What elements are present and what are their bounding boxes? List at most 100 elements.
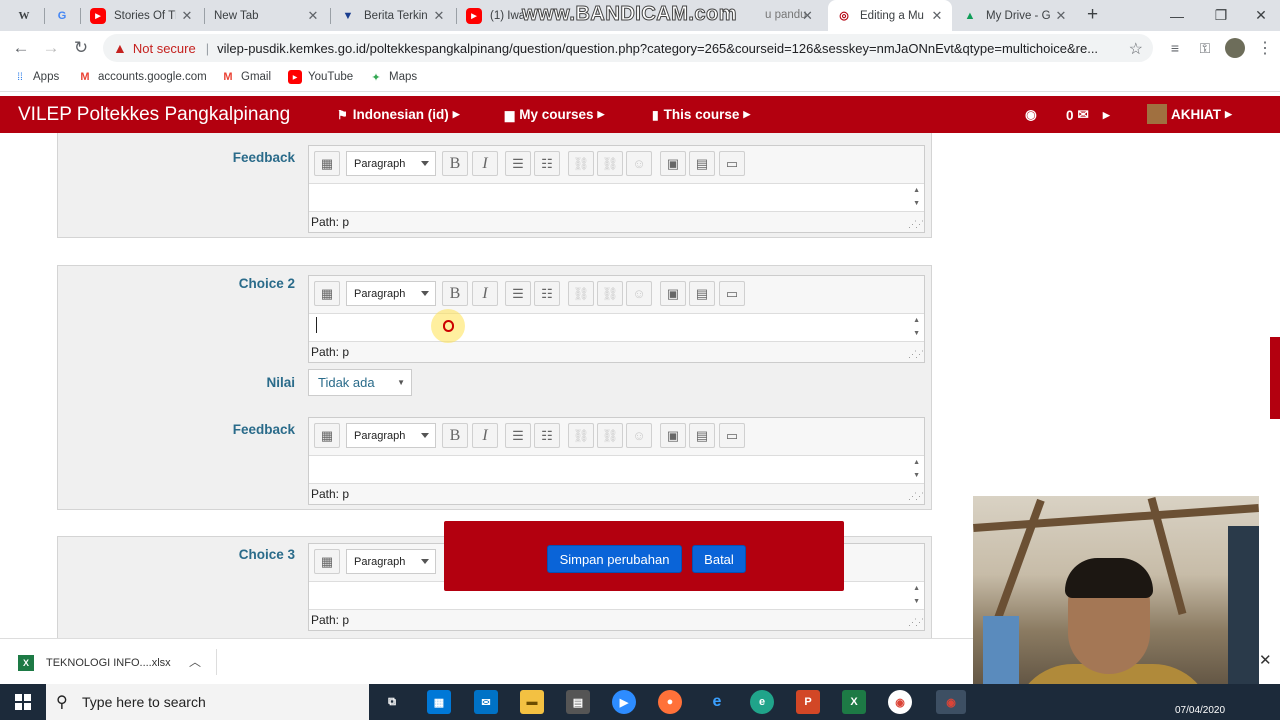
link-icon[interactable]: ⛓ bbox=[568, 281, 594, 306]
media-icon[interactable]: ▤ bbox=[689, 423, 715, 448]
resize-grip-icon[interactable]: ⋰⋰ bbox=[908, 219, 924, 230]
profile-avatar[interactable] bbox=[1222, 36, 1248, 60]
paragraph-format-select[interactable]: Paragraph bbox=[346, 549, 436, 574]
close-icon[interactable]: ✕ bbox=[306, 8, 320, 24]
emoticon-icon[interactable]: ☺ bbox=[626, 281, 652, 306]
tab-youtube-stories[interactable]: ▶ Stories Of Th ✕ bbox=[82, 0, 202, 31]
close-window-button[interactable]: ✕ bbox=[1238, 0, 1280, 31]
messages-menu[interactable]: 0 ✉ ▶ bbox=[1066, 107, 1110, 123]
tab-wikipedia[interactable]: W bbox=[8, 0, 46, 31]
bookmark-apps[interactable]: ⁞⁞ Apps bbox=[13, 70, 59, 84]
bookmark-youtube[interactable]: ▶ YouTube bbox=[288, 70, 353, 84]
file-manager-icon[interactable]: ▭ bbox=[719, 281, 745, 306]
tab-berita[interactable]: ▼ Berita Terkini ✕ bbox=[332, 0, 454, 31]
scroll-up-icon[interactable]: ▲ bbox=[913, 585, 920, 592]
mail-icon[interactable]: ✉ bbox=[474, 690, 498, 714]
resize-grip-icon[interactable]: ⋰⋰ bbox=[908, 617, 924, 628]
powerpoint-icon[interactable]: P bbox=[796, 690, 820, 714]
bold-icon[interactable]: B bbox=[442, 423, 468, 448]
cancel-button[interactable]: Batal bbox=[692, 545, 746, 573]
image-icon[interactable]: ▣ bbox=[660, 151, 686, 176]
bookmark-accounts-google[interactable]: M accounts.google.com bbox=[78, 70, 206, 84]
zoom-icon[interactable]: ▶ bbox=[612, 690, 636, 714]
scroll-up-icon[interactable]: ▲ bbox=[913, 459, 920, 466]
bookmark-star-icon[interactable]: ☆ bbox=[1129, 39, 1143, 59]
back-arrow-icon[interactable]: ← bbox=[8, 36, 34, 60]
scroll-down-icon[interactable]: ▼ bbox=[913, 598, 920, 605]
user-menu[interactable]: AKHIAT ▶ bbox=[1147, 104, 1232, 124]
toolbar-toggle-icon[interactable]: ▦ bbox=[314, 549, 340, 574]
unlink-icon[interactable]: ⛓ bbox=[597, 151, 623, 176]
chrome-active-icon[interactable]: ◉ bbox=[936, 690, 966, 714]
edge-icon[interactable]: e bbox=[705, 690, 729, 714]
italic-icon[interactable]: I bbox=[472, 281, 498, 306]
editor-text-area[interactable]: ▲ ▼ bbox=[309, 455, 924, 484]
paragraph-format-select[interactable]: Paragraph bbox=[346, 151, 436, 176]
unlink-icon[interactable]: ⛓ bbox=[597, 281, 623, 306]
side-block-tab[interactable] bbox=[1270, 337, 1280, 419]
toolbar-toggle-icon[interactable]: ▦ bbox=[314, 423, 340, 448]
language-menu[interactable]: ⚑ Indonesian (id) ▶ bbox=[337, 107, 460, 122]
scroll-down-icon[interactable]: ▼ bbox=[913, 200, 920, 207]
close-download-shelf-icon[interactable]: ✕ bbox=[1259, 651, 1272, 669]
playlist-icon[interactable]: ≡ bbox=[1162, 36, 1188, 60]
close-icon[interactable]: ✕ bbox=[930, 8, 944, 24]
italic-icon[interactable]: I bbox=[472, 151, 498, 176]
scroll-up-icon[interactable]: ▲ bbox=[913, 317, 920, 324]
tab-new-tab[interactable]: New Tab ✕ bbox=[206, 0, 328, 31]
unlink-icon[interactable]: ⛓ bbox=[597, 423, 623, 448]
tab-google-drive[interactable]: ▲ My Drive - G ✕ bbox=[954, 0, 1076, 31]
paragraph-format-select[interactable]: Paragraph bbox=[346, 281, 436, 306]
resize-grip-icon[interactable]: ⋰⋰ bbox=[908, 491, 924, 502]
this-course-menu[interactable]: ▮ This course ▶ bbox=[652, 107, 750, 122]
taskbar-search-input[interactable]: ⚲ Type here to search bbox=[46, 684, 369, 720]
italic-icon[interactable]: I bbox=[472, 423, 498, 448]
minimize-button[interactable]: — bbox=[1154, 0, 1200, 31]
scroll-up-icon[interactable]: ▲ bbox=[913, 187, 920, 194]
my-courses-menu[interactable]: ▆ My courses ▶ bbox=[505, 107, 604, 122]
numbered-list-icon[interactable]: ☷ bbox=[534, 281, 560, 306]
chevron-up-icon[interactable]: ︿ bbox=[189, 653, 201, 670]
media-icon[interactable]: ▤ bbox=[689, 151, 715, 176]
numbered-list-icon[interactable]: ☷ bbox=[534, 423, 560, 448]
bookmark-maps[interactable]: ✦ Maps bbox=[369, 70, 417, 84]
address-bar[interactable]: ▲ Not secure | vilep-pusdik.kemkes.go.id… bbox=[103, 34, 1153, 62]
download-item[interactable]: X TEKNOLOGI INFO....xlsx bbox=[18, 655, 171, 671]
nilai-select[interactable]: Tidak ada ▼ bbox=[308, 369, 412, 396]
image-icon[interactable]: ▣ bbox=[660, 281, 686, 306]
bullet-list-icon[interactable]: ☰ bbox=[505, 423, 531, 448]
close-icon[interactable]: ✕ bbox=[802, 8, 813, 24]
emoticon-icon[interactable]: ☺ bbox=[626, 151, 652, 176]
tab-google[interactable]: G bbox=[46, 0, 82, 31]
toolbar-toggle-icon[interactable]: ▦ bbox=[314, 151, 340, 176]
bold-icon[interactable]: B bbox=[442, 281, 468, 306]
close-icon[interactable]: ✕ bbox=[1054, 8, 1068, 24]
close-icon[interactable]: ✕ bbox=[432, 8, 446, 24]
firefox-icon[interactable]: ● bbox=[658, 690, 682, 714]
edge-chromium-icon[interactable]: e bbox=[750, 690, 774, 714]
editor-text-area[interactable]: ▲ ▼ bbox=[309, 183, 924, 212]
toolbar-toggle-icon[interactable]: ▦ bbox=[314, 281, 340, 306]
forward-arrow-icon[interactable]: → bbox=[38, 36, 64, 60]
bold-icon[interactable]: B bbox=[442, 151, 468, 176]
chrome-icon[interactable]: ◉ bbox=[888, 690, 912, 714]
close-icon[interactable]: ✕ bbox=[180, 8, 194, 24]
paragraph-format-select[interactable]: Paragraph bbox=[346, 423, 436, 448]
scroll-down-icon[interactable]: ▼ bbox=[913, 330, 920, 337]
file-manager-icon[interactable]: ▭ bbox=[719, 423, 745, 448]
file-explorer-icon[interactable]: ▬ bbox=[520, 690, 544, 714]
tab-editing-active[interactable]: ◎ Editing a Mu ✕ bbox=[828, 0, 952, 31]
store-icon[interactable]: ▦ bbox=[427, 690, 451, 714]
bullet-list-icon[interactable]: ☰ bbox=[505, 281, 531, 306]
resize-grip-icon[interactable]: ⋰⋰ bbox=[908, 349, 924, 360]
media-icon[interactable]: ▤ bbox=[689, 281, 715, 306]
new-tab-button[interactable]: + bbox=[1087, 4, 1098, 26]
link-icon[interactable]: ⛓ bbox=[568, 423, 594, 448]
printer-app-icon[interactable]: ▤ bbox=[566, 690, 590, 714]
site-brand[interactable]: VILEP Poltekkes Pangkalpinang bbox=[18, 104, 290, 126]
excel-icon[interactable]: X bbox=[842, 690, 866, 714]
menu-kebab-icon[interactable]: ⋮ bbox=[1252, 36, 1278, 60]
notifications-icon[interactable]: ◉ bbox=[1025, 107, 1037, 123]
numbered-list-icon[interactable]: ☷ bbox=[534, 151, 560, 176]
reload-icon[interactable]: ↻ bbox=[68, 36, 94, 60]
